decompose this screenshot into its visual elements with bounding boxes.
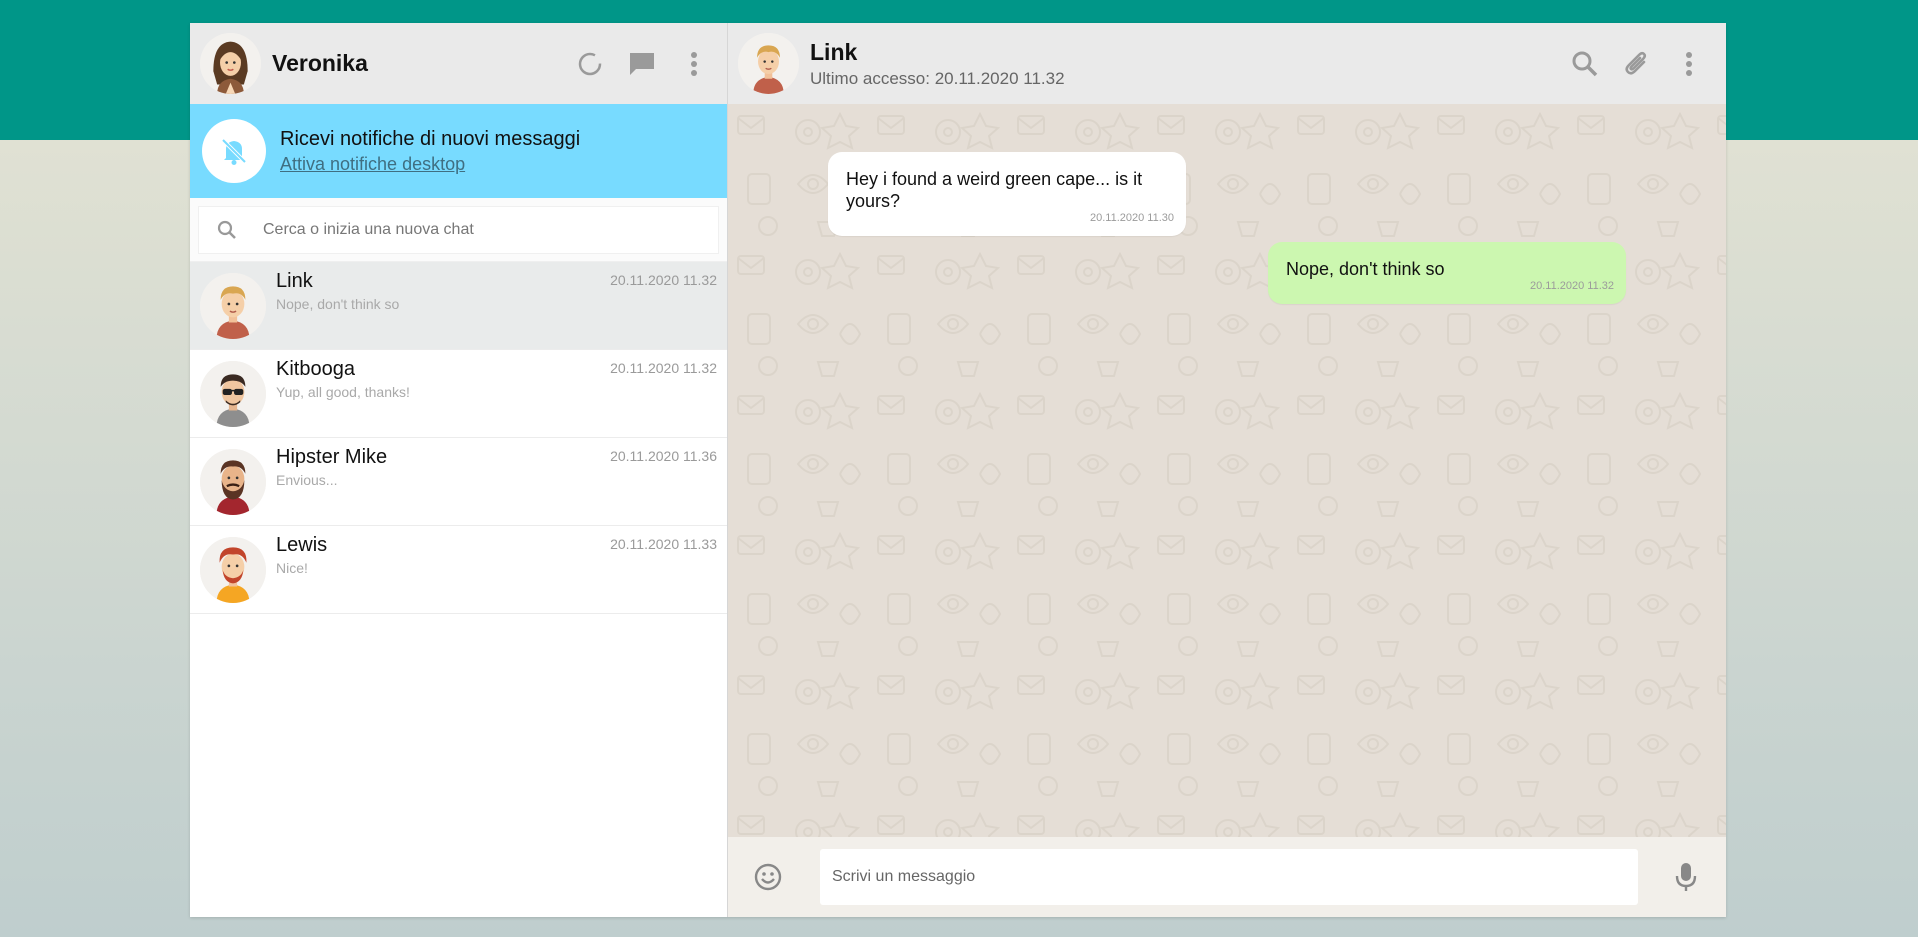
sidebar: Veronika Ricevi notifiche di nuovi messa… xyxy=(190,23,728,917)
menu-dots-icon[interactable] xyxy=(1674,49,1704,79)
chat-item-hipster-mike[interactable]: Hipster Mike Envious... 20.11.2020 11.36 xyxy=(190,438,727,526)
notification-off-icon xyxy=(202,119,266,183)
search-bar xyxy=(190,198,727,262)
search-icon xyxy=(199,220,255,240)
avatar xyxy=(200,536,266,603)
microphone-icon[interactable] xyxy=(1666,857,1706,897)
chat-preview: Nice! xyxy=(276,560,308,576)
message-time: 20.11.2020 11.32 xyxy=(1529,280,1614,292)
chat-time: 20.11.2020 11.32 xyxy=(610,360,717,376)
chat-item-kitbooga[interactable]: Kitbooga Yup, all good, thanks! 20.11.20… xyxy=(190,350,727,438)
conversation-panel: Link Ultimo accesso: 20.11.2020 11.32 He… xyxy=(728,23,1726,917)
message-text: Hey i found a weird green cape... is it … xyxy=(846,169,1143,211)
chat-preview: Nope, don't think so xyxy=(276,296,400,312)
menu-dots-icon[interactable] xyxy=(679,49,709,79)
user-avatar[interactable] xyxy=(200,33,261,94)
attach-icon[interactable] xyxy=(1622,49,1652,79)
status-icon[interactable] xyxy=(575,49,605,79)
message-incoming[interactable]: Hey i found a weird green cape... is it … xyxy=(828,152,1186,236)
avatar xyxy=(200,272,266,339)
chat-time: 20.11.2020 11.32 xyxy=(610,272,717,288)
message-time: 20.11.2020 11.30 xyxy=(1089,212,1174,224)
user-name: Veronika xyxy=(272,50,368,76)
message-input[interactable] xyxy=(820,849,1638,905)
chat-preview: Envious... xyxy=(276,472,338,488)
contact-last-seen: Ultimo accesso: 20.11.2020 11.32 xyxy=(810,68,1065,88)
enable-notifications-link[interactable]: Attiva notifiche desktop xyxy=(280,154,465,175)
avatar xyxy=(200,360,266,427)
chat-time: 20.11.2020 11.33 xyxy=(610,536,717,552)
message-area: Hey i found a weird green cape... is it … xyxy=(728,104,1726,837)
avatar xyxy=(200,448,266,515)
message-composer xyxy=(728,837,1726,917)
chat-time: 20.11.2020 11.36 xyxy=(610,448,717,464)
sidebar-header: Veronika xyxy=(190,23,727,104)
emoji-icon[interactable] xyxy=(748,857,788,897)
contact-avatar[interactable] xyxy=(738,33,799,94)
chat-list: Link Nope, don't think so 20.11.2020 11.… xyxy=(190,262,727,917)
conversation-header: Link Ultimo accesso: 20.11.2020 11.32 xyxy=(728,23,1726,104)
chat-item-link[interactable]: Link Nope, don't think so 20.11.2020 11.… xyxy=(190,262,727,350)
chat-preview: Yup, all good, thanks! xyxy=(276,384,410,400)
search-input[interactable] xyxy=(255,221,718,239)
whatsapp-app: Veronika Ricevi notifiche di nuovi messa… xyxy=(190,23,1726,917)
new-chat-icon[interactable] xyxy=(627,49,657,79)
contact-name: Link xyxy=(810,38,858,65)
message-outgoing[interactable]: Nope, don't think so 20.11.2020 11.32 xyxy=(1268,242,1626,304)
notification-title: Ricevi notifiche di nuovi messaggi xyxy=(280,127,581,150)
notification-banner: Ricevi notifiche di nuovi messaggi Attiv… xyxy=(190,104,727,198)
search-icon[interactable] xyxy=(1570,49,1600,79)
chat-item-lewis[interactable]: Lewis Nice! 20.11.2020 11.33 xyxy=(190,526,727,614)
